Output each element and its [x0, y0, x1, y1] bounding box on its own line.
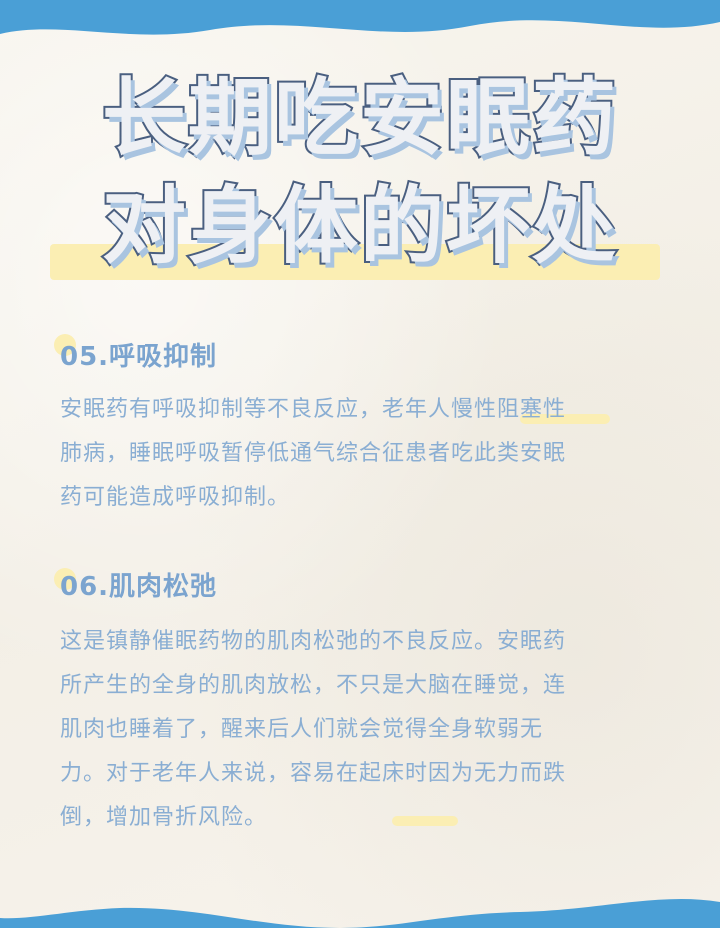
body-line: 力。对于老年人来说，容易在起床时因为无力而跌 — [60, 761, 567, 786]
section-heading-muscle: 06.肌肉松弛 — [60, 572, 218, 602]
page-title-line-1: 长期吃安眠药 — [100, 68, 618, 168]
text-highlight-mark — [392, 816, 458, 826]
body-line: 药可能造成呼吸抑制。 — [60, 485, 291, 510]
section-heading-respiratory: 05.呼吸抑制 — [60, 342, 218, 372]
section-body-respiratory: 安眠药有呼吸抑制等不良反应，老年人慢性阻塞性 肺病，睡眠呼吸暂停低通气综合征患者… — [60, 388, 660, 520]
top-wave-decoration — [0, 0, 720, 35]
body-line: 肺病，睡眠呼吸暂停低通气综合征患者吃此类安眠 — [60, 441, 567, 466]
bottom-wave-decoration — [0, 898, 720, 928]
section-body-muscle: 这是镇静催眠药物的肌肉松弛的不良反应。安眠药 所产生的全身的肌肉放松，不只是大脑… — [60, 620, 660, 840]
body-line: 这是镇静催眠药物的肌肉松弛的不良反应。安眠药 — [60, 629, 567, 654]
body-line: 所产生的全身的肌肉放松，不只是大脑在睡觉，连 — [60, 673, 567, 698]
body-line: 倒，增加骨折风险。 — [60, 805, 268, 830]
page-title-line-2: 对身体的坏处 — [100, 176, 618, 276]
body-line: 肌肉也睡着了，醒来后人们就会觉得全身软弱无 — [60, 717, 544, 742]
body-line: 安眠药有呼吸抑制等不良反应，老年人慢性阻塞性 — [60, 397, 567, 422]
